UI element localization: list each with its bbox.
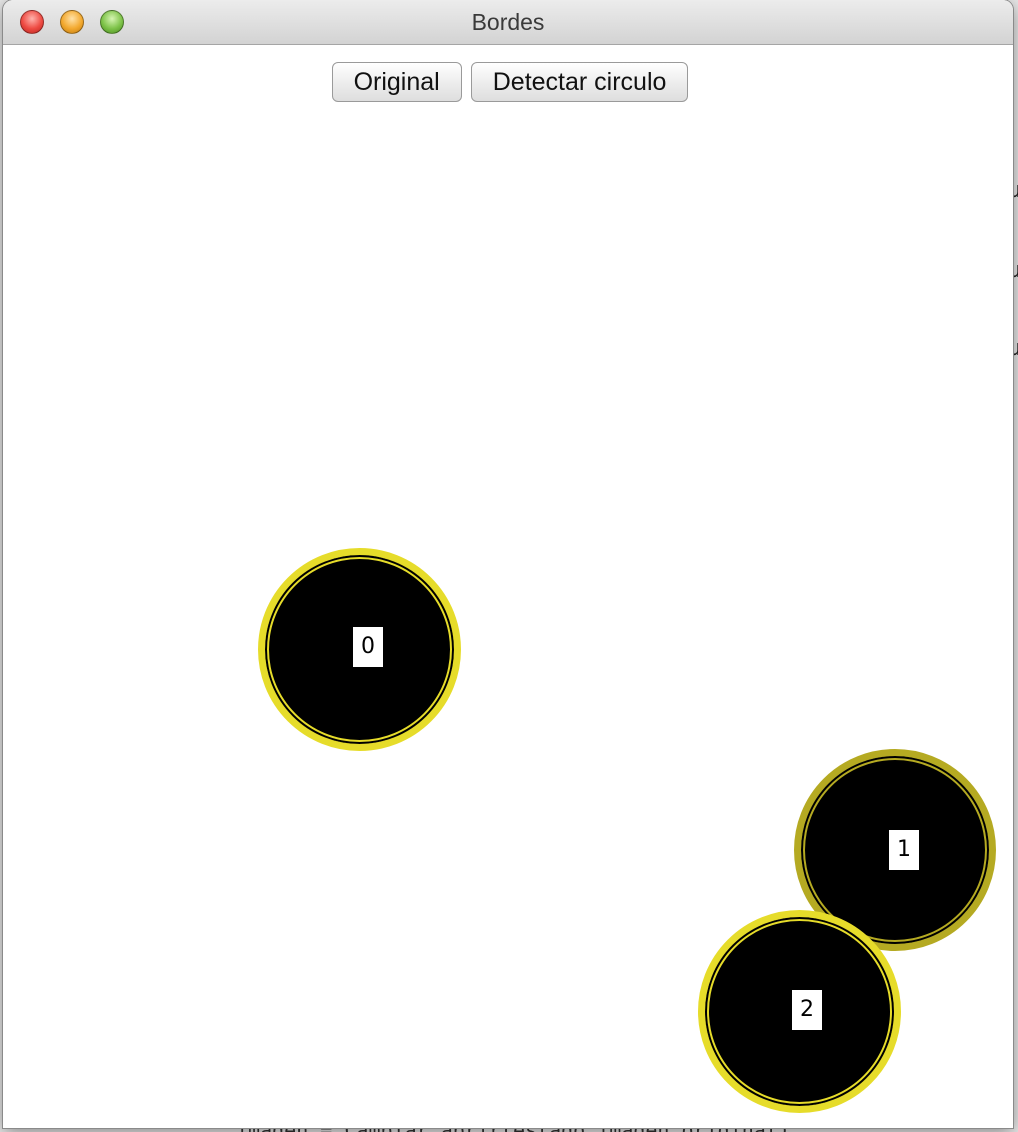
detect-circle-button[interactable]: Detectar circulo — [470, 62, 689, 102]
original-button[interactable]: Original — [331, 62, 462, 102]
image-canvas: 0 1 2 — [3, 104, 1013, 1128]
circle-label-0: 0 — [353, 627, 383, 667]
title-bar[interactable]: Bordes — [3, 0, 1013, 45]
window-title: Bordes — [471, 9, 545, 35]
toolbar: Original Detectar circulo — [3, 62, 1013, 104]
circle-label-1: 1 — [889, 830, 919, 870]
bordes-window: Bordes Original Detectar circulo 0 1 2 — [3, 0, 1013, 1128]
circle-label-2: 2 — [792, 990, 822, 1030]
